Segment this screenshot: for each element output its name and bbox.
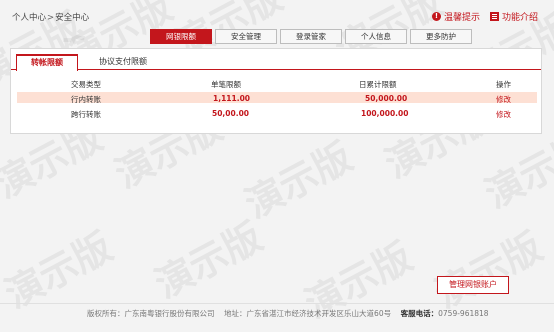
footer-copyright: 版权所有：广东南粤银行股份有限公司	[87, 309, 215, 318]
breadcrumb: 个人中心>安全中心	[12, 11, 89, 23]
footer: 版权所有：广东南粤银行股份有限公司 地址：广东省湛江市经济技术开发区乐山大道60…	[87, 308, 489, 319]
info-icon: !	[432, 12, 441, 21]
features-link[interactable]: 功能介绍	[490, 10, 538, 23]
row-daily: 50,000.00	[365, 94, 408, 103]
footer-hotline-label: 客服电话：	[400, 309, 439, 318]
row-type: 行内转账	[71, 95, 101, 104]
watermark-text: 演示版	[147, 214, 270, 307]
tab-login-manager[interactable]: 登录管家	[280, 29, 342, 44]
row-single: 1,111.00	[213, 94, 251, 103]
footer-address: 地址：广东省湛江市经济技术开发区乐山大道60号	[224, 309, 392, 318]
breadcrumb-current: 安全中心	[55, 13, 90, 23]
footer-divider	[0, 303, 554, 304]
breadcrumb-home[interactable]: 个人中心	[12, 13, 46, 23]
tab-more-protection[interactable]: 更多防护	[410, 29, 472, 44]
subtab-transfer-limit[interactable]: 转帐限额	[16, 54, 78, 71]
tips-label: 温馨提示	[444, 13, 481, 23]
row-single: 50,00.00	[212, 109, 250, 118]
limits-panel: 转帐限额 协议支付限额 交易类型 单笔限额 日累计限额 操作 行内转账 1,11…	[10, 48, 542, 134]
main-tabs: 网银限额 安全管理 登录管家 个人信息 更多防护	[150, 29, 472, 44]
tips-link[interactable]: ! 温馨提示	[432, 10, 480, 23]
watermark-text: 演示版	[237, 134, 360, 227]
features-label: 功能介绍	[502, 13, 539, 23]
header-daily: 日累计限额	[359, 80, 397, 89]
document-icon	[490, 12, 499, 21]
header-single: 单笔限额	[211, 80, 241, 89]
modify-link[interactable]: 修改	[496, 109, 511, 120]
tab-limits[interactable]: 网银限额	[150, 29, 212, 44]
tab-security[interactable]: 安全管理	[215, 29, 277, 44]
breadcrumb-separator: >	[47, 13, 55, 23]
tab-personal-info[interactable]: 个人信息	[345, 29, 407, 44]
header-action: 操作	[496, 80, 511, 89]
row-daily: 100,000.00	[361, 109, 409, 118]
row-type: 跨行转账	[71, 110, 101, 119]
modify-link[interactable]: 修改	[496, 94, 511, 105]
manage-account-button[interactable]: 管理网银账户	[437, 276, 509, 294]
subtab-agreement-payment-limit[interactable]: 协议支付限额	[99, 56, 147, 67]
footer-hotline: 0759-961818	[438, 309, 489, 318]
header-type: 交易类型	[71, 80, 101, 89]
subtab-divider	[11, 69, 541, 70]
